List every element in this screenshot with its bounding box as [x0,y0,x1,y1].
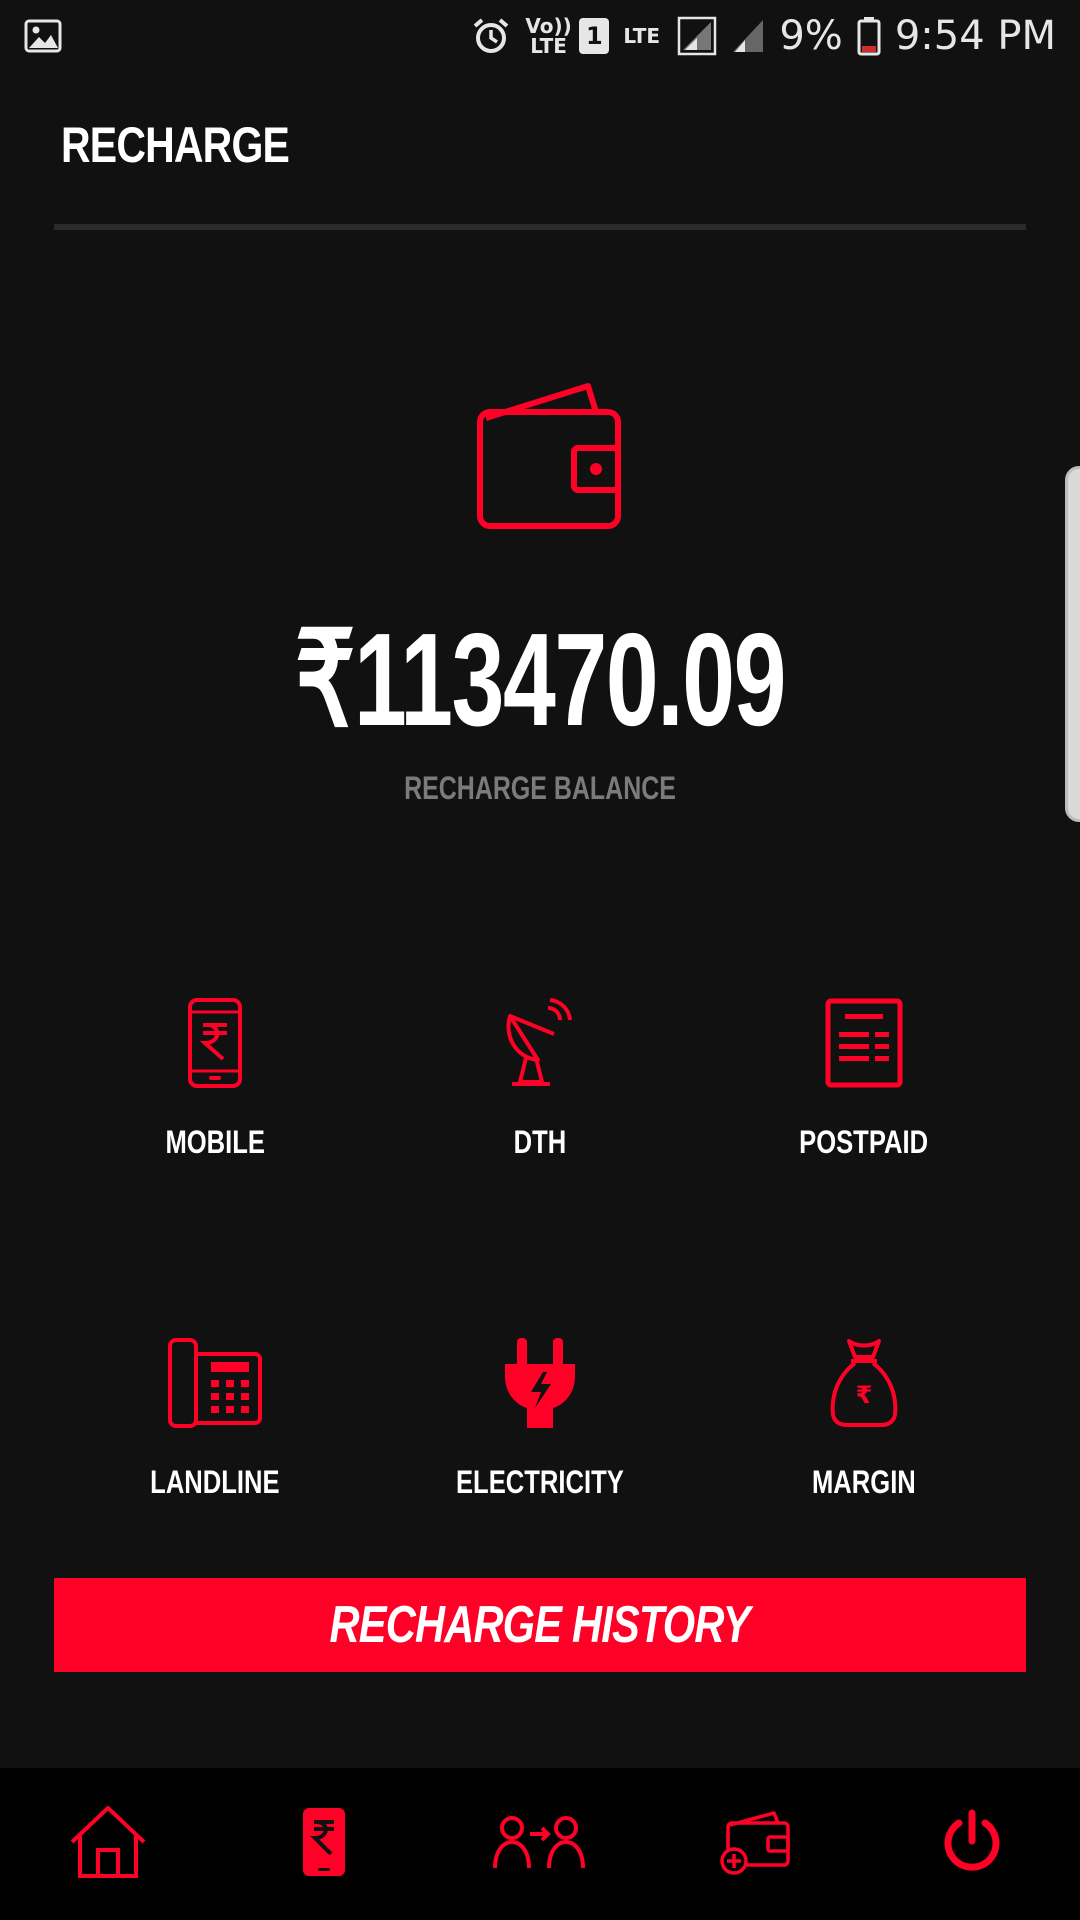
service-label-postpaid: POSTPAID [799,1124,929,1160]
user-transfer-icon [492,1814,588,1875]
satellite-dish-icon [485,988,595,1098]
service-label-mobile: MOBILE [165,1124,265,1160]
service-label-electricity: ELECTRICITY [456,1464,624,1500]
mobile-recharge-icon [160,988,270,1098]
wallet-icon [476,380,624,532]
battery-icon [857,16,881,56]
power-plug-icon [485,1328,595,1438]
volte-indicator: Vo)) LTE [525,14,572,58]
status-time: 9:54 PM [894,13,1056,59]
nav-recharge[interactable] [264,1784,384,1904]
signal-strength-2-icon [731,18,765,54]
service-label-dth: DTH [513,1124,567,1160]
service-electricity[interactable]: ELECTRICITY [390,1328,690,1501]
lte-indicator: LTE [623,24,661,48]
balance-label: RECHARGE BALANCE [404,770,676,806]
nav-transfer[interactable] [480,1784,600,1904]
service-mobile[interactable]: MOBILE [65,988,365,1161]
service-label-margin: MARGIN [812,1464,916,1500]
svg-text:₹: ₹ [856,1381,873,1409]
wallet-add-icon [720,1809,792,1880]
service-dth[interactable]: DTH [390,988,690,1161]
power-icon [939,1809,1005,1880]
edge-panel-handle[interactable] [1065,466,1080,822]
recharge-history-button[interactable]: RECHARGE HISTORY [54,1578,1026,1672]
home-icon [68,1804,148,1885]
nav-home[interactable] [48,1784,168,1904]
signal-strength-icon [677,16,717,56]
gallery-notification-icon [24,19,62,53]
landline-phone-icon [160,1328,270,1438]
sim-indicator: 1 [579,18,610,54]
mobile-rupee-icon [301,1806,347,1883]
recharge-screen: Vo)) LTE 1 LTE 9% 9:54 PM RECHARGE ₹1134… [0,0,1080,1920]
header-divider [54,224,1026,230]
service-label-landline: LANDLINE [150,1464,280,1500]
service-margin[interactable]: ₹ MARGIN [714,1328,1014,1501]
balance-amount: ₹113470.09 [294,606,787,753]
battery-percentage: 9% [779,13,843,59]
bottom-nav [0,1768,1080,1920]
status-bar: Vo)) LTE 1 LTE 9% 9:54 PM [0,0,1080,72]
service-postpaid[interactable]: POSTPAID [714,988,1014,1161]
service-landline[interactable]: LANDLINE [65,1328,365,1501]
nav-logout[interactable] [912,1784,1032,1904]
recharge-history-label: RECHARGE HISTORY [329,1596,751,1654]
nav-add-money[interactable] [696,1784,816,1904]
alarm-icon [471,16,511,56]
page-title: RECHARGE [61,117,290,173]
bill-document-icon [809,988,919,1098]
money-bag-icon: ₹ [809,1328,919,1438]
